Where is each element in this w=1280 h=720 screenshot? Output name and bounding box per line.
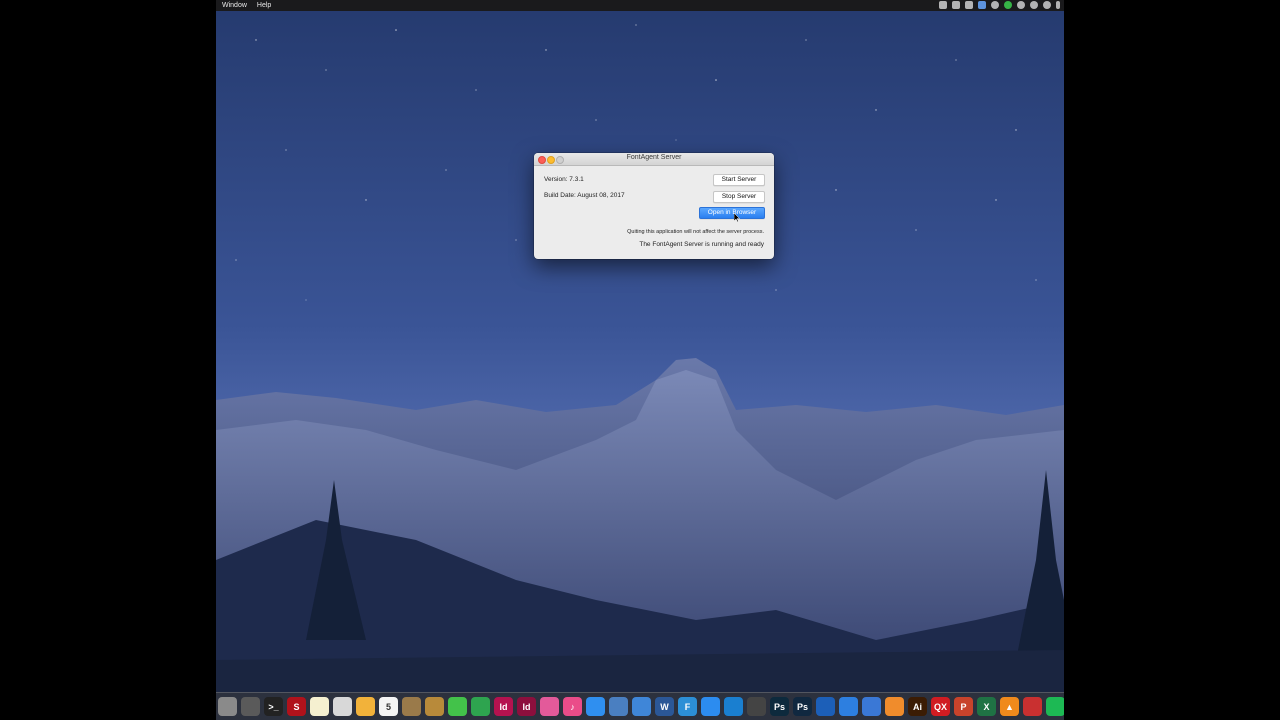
menu-bar: Window Help bbox=[216, 0, 1064, 11]
open-in-browser-button[interactable]: Open in Browser bbox=[699, 207, 765, 219]
window-title: FontAgent Server bbox=[626, 154, 682, 161]
suitcase-icon[interactable]: S bbox=[287, 697, 306, 716]
window-titlebar[interactable]: FontAgent Server bbox=[534, 153, 774, 166]
mission-control-icon[interactable] bbox=[241, 697, 260, 716]
fontagent-server-window: FontAgent Server Version: 7.3.1 Build Da… bbox=[534, 153, 774, 259]
itunes-icon[interactable]: ♪ bbox=[563, 697, 582, 716]
gear-icon[interactable] bbox=[1043, 1, 1051, 9]
time-machine-icon[interactable] bbox=[991, 1, 999, 9]
chrome-icon[interactable] bbox=[862, 697, 881, 716]
start-server-button[interactable]: Start Server bbox=[713, 174, 765, 186]
preview-icon[interactable] bbox=[333, 697, 352, 716]
status-area bbox=[939, 1, 1060, 9]
quark-icon[interactable]: QX bbox=[931, 697, 950, 716]
server-status-message: The FontAgent Server is running and read… bbox=[639, 241, 764, 248]
indesign-cc-icon[interactable]: Id bbox=[517, 697, 536, 716]
chat-icon[interactable] bbox=[632, 697, 651, 716]
version-label: Version: 7.3.1 bbox=[544, 176, 584, 183]
photoshop-icon[interactable]: Ps bbox=[770, 697, 789, 716]
messages-icon[interactable] bbox=[448, 697, 467, 716]
illustrator-icon[interactable]: Ai bbox=[908, 697, 927, 716]
indesign-icon[interactable]: Id bbox=[494, 697, 513, 716]
safari-icon[interactable] bbox=[701, 697, 720, 716]
evernote-icon[interactable] bbox=[471, 697, 490, 716]
ibooks-icon[interactable] bbox=[885, 697, 904, 716]
filemaker-icon[interactable] bbox=[1023, 697, 1042, 716]
fontagent-icon[interactable]: F bbox=[678, 697, 697, 716]
word-icon[interactable]: W bbox=[655, 697, 674, 716]
network-icon[interactable] bbox=[724, 697, 743, 716]
contacts-icon[interactable] bbox=[402, 697, 421, 716]
finder-icon[interactable] bbox=[218, 697, 237, 716]
spotify-icon[interactable] bbox=[1046, 697, 1064, 716]
notes-icon[interactable] bbox=[310, 697, 329, 716]
powerpoint-icon[interactable]: P bbox=[954, 697, 973, 716]
ichat-icon[interactable] bbox=[839, 697, 858, 716]
vlc-icon[interactable]: ▲ bbox=[1000, 697, 1019, 716]
desktop-wallpaper bbox=[216, 0, 1064, 720]
terminal-icon[interactable]: >_ bbox=[264, 697, 283, 716]
desktop: Window Help FontAgent Server Version: 7.… bbox=[216, 0, 1064, 720]
stack-icon[interactable] bbox=[747, 697, 766, 716]
archive-icon[interactable] bbox=[425, 697, 444, 716]
dock: >_ S 5 Id Id ♪ W F Ps Ps Ai QX P X ▲ bbox=[216, 692, 1064, 720]
stop-server-button[interactable]: Stop Server bbox=[713, 191, 765, 203]
photos-icon[interactable] bbox=[356, 697, 375, 716]
menu-window[interactable]: Window bbox=[222, 2, 247, 9]
screen-sharing-icon[interactable] bbox=[540, 697, 559, 716]
microphone-icon[interactable] bbox=[1056, 1, 1060, 9]
preview-doc-icon[interactable] bbox=[609, 697, 628, 716]
suitcase-menu-icon[interactable] bbox=[965, 1, 973, 9]
excel-icon[interactable]: X bbox=[977, 697, 996, 716]
photoshop-cc-icon[interactable]: Ps bbox=[793, 697, 812, 716]
fontagent-menu-icon[interactable] bbox=[978, 1, 986, 9]
xcode-icon[interactable] bbox=[816, 697, 835, 716]
menu-help[interactable]: Help bbox=[257, 2, 271, 9]
app-store-icon[interactable] bbox=[586, 697, 605, 716]
screen-record-icon[interactable] bbox=[939, 1, 947, 9]
quit-note: Quiting this application will not affect… bbox=[627, 229, 764, 235]
build-date-label: Build Date: August 08, 2017 bbox=[544, 192, 625, 199]
info-icon[interactable] bbox=[1030, 1, 1038, 9]
calendar-icon[interactable]: 5 bbox=[379, 697, 398, 716]
server-status-icon[interactable] bbox=[1004, 1, 1012, 9]
mouse-cursor-icon bbox=[734, 213, 740, 222]
dropbox-icon[interactable] bbox=[952, 1, 960, 9]
sync-icon[interactable] bbox=[1017, 1, 1025, 9]
